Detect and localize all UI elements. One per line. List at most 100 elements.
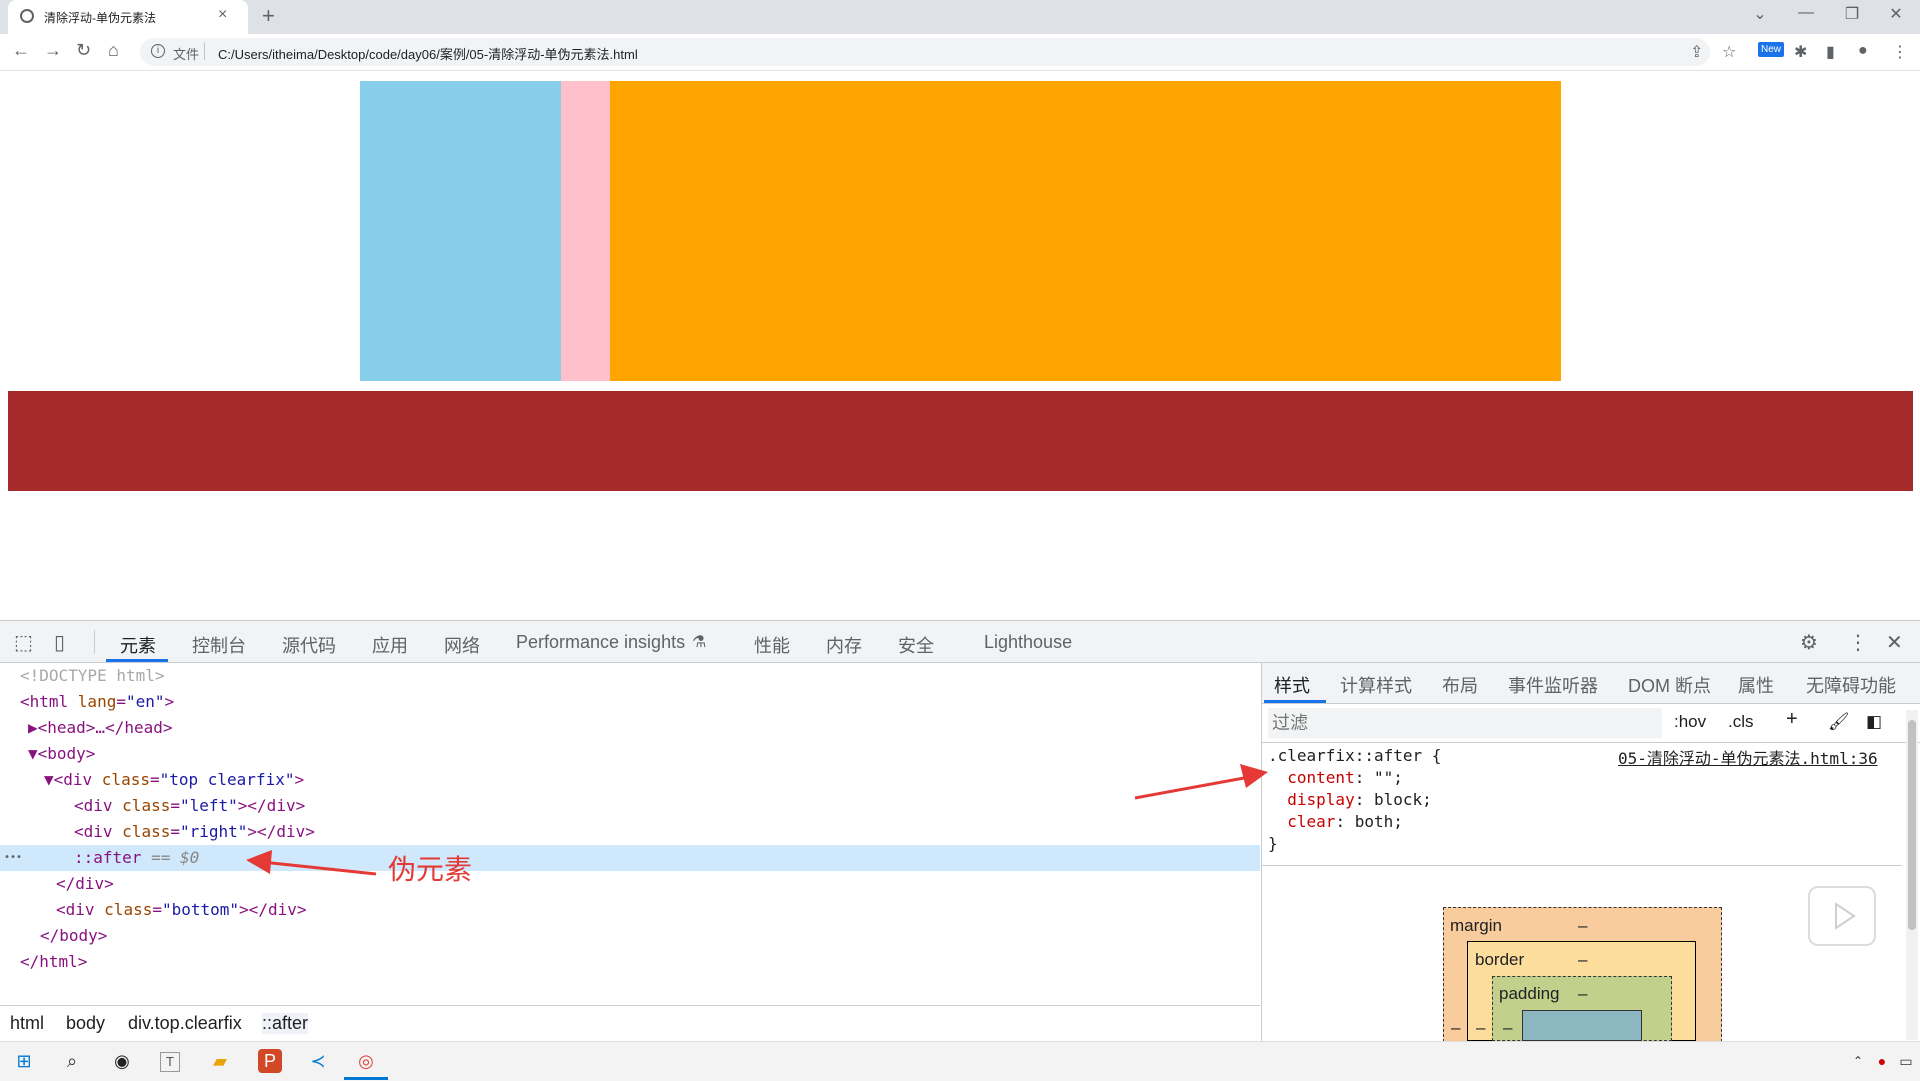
dom-token-attr: class: [101, 770, 150, 789]
close-devtools-icon[interactable]: ✕: [1886, 630, 1903, 655]
devtools-menu-icon[interactable]: ⋮: [1848, 630, 1868, 655]
box-model-content[interactable]: [1522, 1010, 1642, 1041]
typora-icon[interactable]: T: [160, 1052, 180, 1072]
dom-node[interactable]: <div class="right"></div>: [0, 819, 1260, 845]
tab-layout[interactable]: 布局: [1442, 672, 1478, 698]
declaration-content-value[interactable]: "";: [1374, 768, 1403, 787]
rule-source-link[interactable]: 05-清除浮动-单伪元素法.html:36: [1618, 745, 1878, 769]
extensions-puzzle-icon[interactable]: ✱: [1794, 42, 1807, 62]
tab-security[interactable]: 安全: [898, 632, 934, 658]
tab-memory[interactable]: 内存: [826, 632, 862, 658]
tab-computed[interactable]: 计算样式: [1340, 672, 1412, 698]
tab-performance[interactable]: 性能: [754, 632, 790, 658]
obs-icon[interactable]: ◉: [110, 1049, 134, 1073]
breadcrumb-html[interactable]: html: [10, 1013, 44, 1034]
dom-node[interactable]: </div>: [0, 871, 1260, 897]
border-left-value[interactable]: –: [1476, 1018, 1485, 1038]
dom-node[interactable]: <!DOCTYPE html>: [0, 663, 1260, 689]
padding-top-value[interactable]: –: [1578, 984, 1587, 1004]
dom-node-after-selected[interactable]: ::after == $0 •••: [0, 845, 1260, 871]
dom-token-tag: >: [164, 692, 175, 711]
dom-node[interactable]: </html>: [0, 949, 1260, 975]
breadcrumb-div-top[interactable]: div.top.clearfix: [128, 1013, 242, 1034]
active-tab-indicator: [106, 659, 168, 662]
declaration-clear-prop[interactable]: clear: [1287, 812, 1335, 831]
powerpoint-icon[interactable]: P: [258, 1049, 282, 1073]
tab-console[interactable]: 控制台: [192, 632, 246, 658]
search-icon[interactable]: ⌕: [60, 1049, 84, 1073]
video-play-button[interactable]: [1808, 886, 1876, 946]
rule-divider: [1262, 865, 1902, 866]
profile-avatar-icon[interactable]: ●: [1858, 42, 1868, 60]
minimize-button[interactable]: —: [1786, 4, 1826, 22]
reload-icon[interactable]: ↻: [76, 40, 91, 61]
back-icon[interactable]: ←: [12, 40, 30, 61]
new-extension-icon[interactable]: New: [1758, 42, 1785, 57]
info-icon[interactable]: i: [151, 44, 165, 58]
network-icon[interactable]: ▭: [1894, 1049, 1918, 1073]
declaration-content-prop[interactable]: content: [1287, 768, 1354, 787]
dom-node[interactable]: </body>: [0, 923, 1260, 949]
tab-elements[interactable]: 元素: [120, 632, 156, 658]
tab-lighthouse[interactable]: Lighthouse: [984, 632, 1072, 653]
dom-node[interactable]: <div class="bottom"></div>: [0, 897, 1260, 923]
declaration-display-value[interactable]: block;: [1374, 790, 1432, 809]
margin-left-value[interactable]: –: [1451, 1018, 1460, 1038]
new-tab-button[interactable]: +: [262, 3, 275, 29]
tab-application[interactable]: 应用: [372, 632, 408, 658]
declaration-clear-value[interactable]: both;: [1355, 812, 1403, 831]
node-actions-icon[interactable]: •••: [4, 845, 22, 871]
dom-node[interactable]: ▼<body>: [0, 741, 1260, 767]
tab-search-icon[interactable]: ⌄: [1740, 4, 1780, 24]
declaration-display-prop[interactable]: display: [1287, 790, 1354, 809]
tab-accessibility[interactable]: 无障碍功能: [1806, 672, 1896, 698]
padding-left-value[interactable]: –: [1503, 1018, 1512, 1038]
styles-filter-input[interactable]: [1268, 708, 1662, 738]
close-window-button[interactable]: ✕: [1876, 4, 1916, 24]
tab-close-icon[interactable]: ×: [218, 6, 227, 24]
tab-dom-breakpoints[interactable]: DOM 断点: [1628, 672, 1711, 698]
inspect-element-icon[interactable]: ⬚: [14, 630, 33, 655]
settings-gear-icon[interactable]: ⚙: [1800, 630, 1818, 655]
hover-state-button[interactable]: :hov: [1674, 712, 1706, 732]
browser-menu-icon[interactable]: ⋮: [1892, 42, 1908, 62]
toggle-sidebar-icon[interactable]: ◧: [1866, 712, 1882, 732]
tray-overflow-icon[interactable]: ⌃: [1846, 1049, 1870, 1073]
class-toggle-button[interactable]: .cls: [1728, 712, 1754, 732]
vscode-icon[interactable]: ≺: [306, 1049, 330, 1073]
dom-node[interactable]: <div class="left"></div>: [0, 793, 1260, 819]
bookmark-star-icon[interactable]: ☆: [1722, 42, 1736, 62]
margin-top-value[interactable]: –: [1578, 916, 1587, 936]
url-text[interactable]: C:/Users/itheima/Desktop/code/day06/案例/0…: [218, 44, 638, 63]
styles-scrollbar-thumb[interactable]: [1908, 720, 1916, 930]
dom-token-tag: =: [116, 692, 126, 711]
windows-start-icon[interactable]: ⊞: [12, 1049, 36, 1073]
tab-properties[interactable]: 属性: [1738, 672, 1774, 698]
tab-network[interactable]: 网络: [444, 632, 480, 658]
device-toolbar-icon[interactable]: ▯: [54, 630, 65, 655]
restore-button[interactable]: ❐: [1832, 4, 1872, 24]
breadcrumb-body[interactable]: body: [66, 1013, 105, 1034]
home-icon[interactable]: ⌂: [108, 40, 119, 61]
forward-icon[interactable]: →: [44, 40, 62, 61]
dom-node[interactable]: ▶<head>…</head>: [0, 715, 1260, 741]
rule-selector[interactable]: .clearfix::after {: [1268, 746, 1441, 765]
dom-node[interactable]: <html lang="en">: [0, 689, 1260, 715]
margin-label: margin: [1450, 916, 1502, 935]
side-panel-icon[interactable]: ▮: [1826, 42, 1835, 62]
paint-brush-icon[interactable]: 🖌: [1828, 712, 1850, 732]
div-right: [610, 81, 1561, 381]
new-rule-button[interactable]: +: [1786, 708, 1798, 731]
border-top-value[interactable]: –: [1578, 950, 1587, 970]
dom-node[interactable]: ▼<div class="top clearfix">: [0, 767, 1260, 793]
tab-performance-insights[interactable]: Performance insights: [516, 632, 685, 653]
tray-app-icon[interactable]: ●: [1870, 1049, 1894, 1073]
share-icon[interactable]: ⇪: [1690, 42, 1703, 62]
file-explorer-icon[interactable]: ▰: [208, 1049, 232, 1073]
tab-sources[interactable]: 源代码: [282, 632, 336, 658]
tab-styles[interactable]: 样式: [1274, 672, 1310, 698]
breadcrumb-after[interactable]: ::after: [262, 1013, 309, 1034]
chrome-icon[interactable]: ◎: [354, 1049, 378, 1073]
tab-event-listeners[interactable]: 事件监听器: [1508, 672, 1598, 698]
div-bottom: [8, 391, 1913, 491]
